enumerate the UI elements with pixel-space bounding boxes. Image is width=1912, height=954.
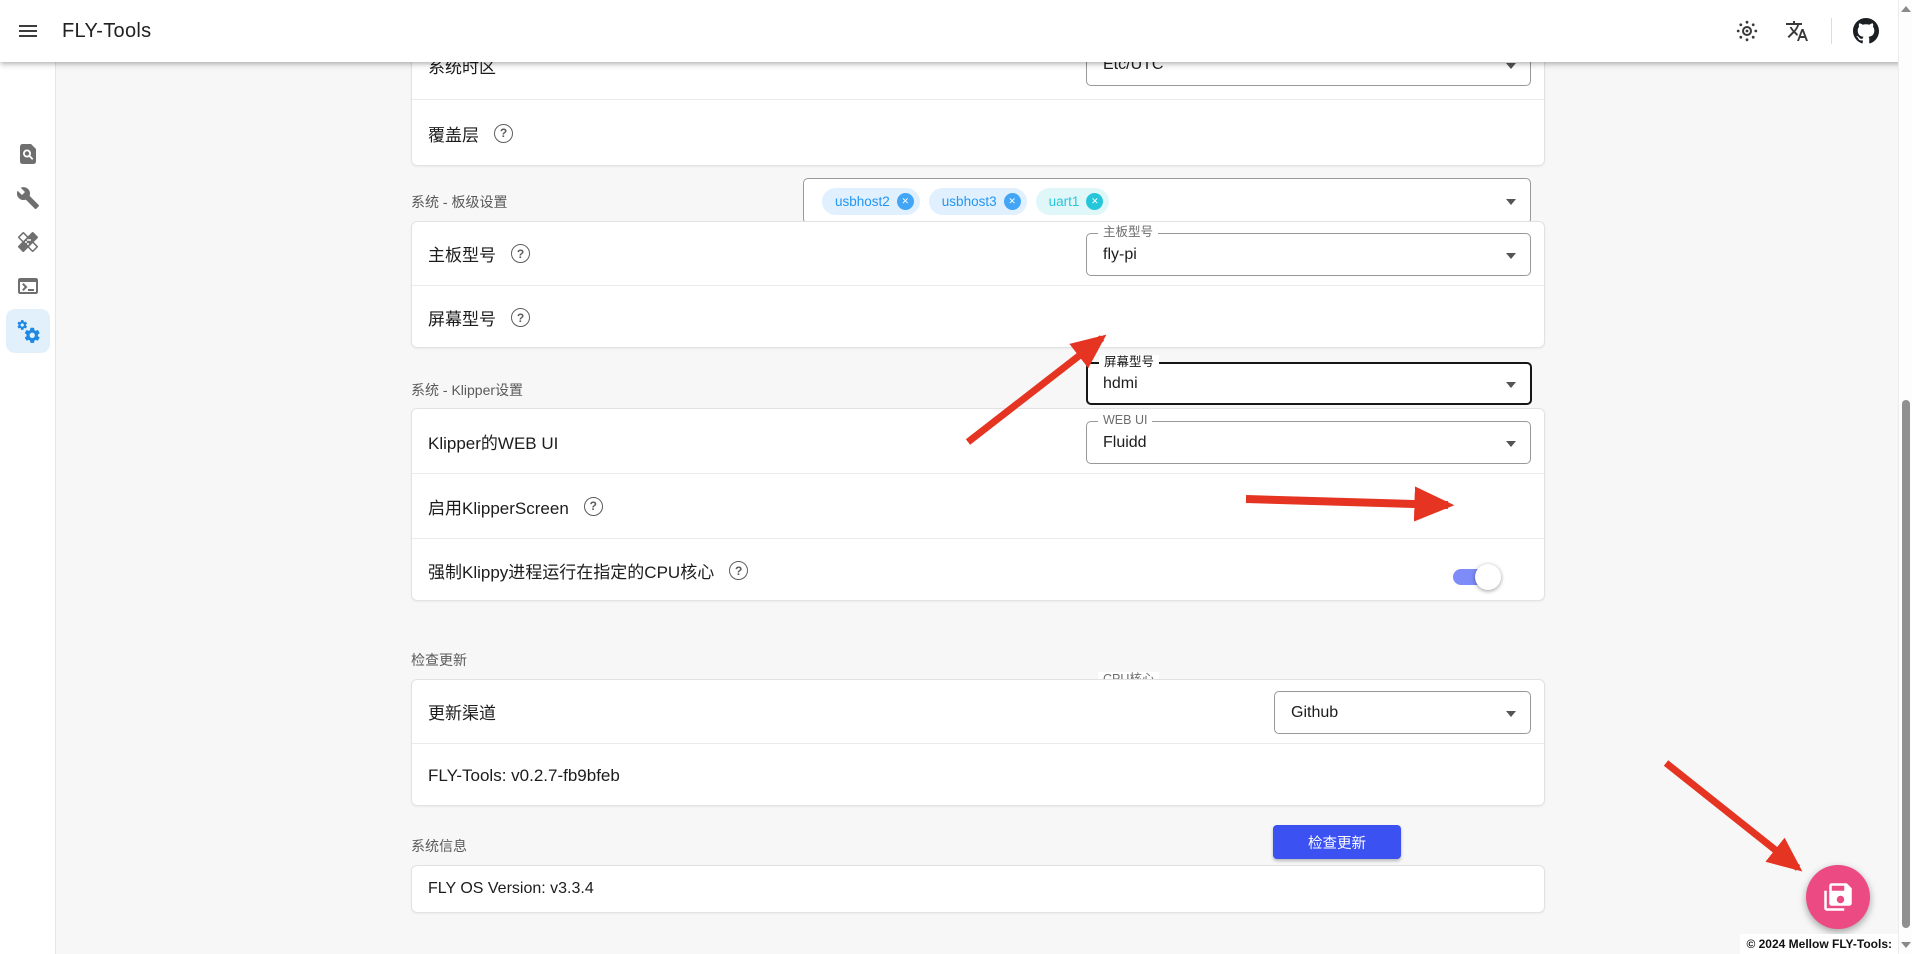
field-label: 屏幕型号 [1099, 355, 1159, 369]
divider [1831, 18, 1832, 44]
overlay-label: 覆盖层 [428, 121, 479, 146]
help-icon[interactable]: ? [511, 308, 530, 327]
screen-model-select[interactable]: 屏幕型号 hdmi [1086, 362, 1532, 405]
appbar: FLY-Tools [0, 0, 1912, 62]
overlay-chips: usbhost2 ✕ usbhost3 ✕ uart1 ✕ [820, 188, 1109, 215]
menu-button[interactable] [6, 9, 50, 53]
arrow-to-fab [1666, 763, 1798, 868]
sidebar-item-settings[interactable] [6, 309, 50, 353]
github-icon [1853, 18, 1879, 44]
webui-row: Klipper的WEB UI WEB UI Fluidd [412, 409, 1544, 473]
menu-icon [16, 19, 40, 43]
save-fab-button[interactable] [1806, 865, 1870, 929]
screen-model-value: hdmi [1103, 375, 1138, 393]
chevron-down-icon [1506, 63, 1516, 69]
scrollbar[interactable] [1898, 0, 1912, 954]
chip-label: usbhost2 [835, 194, 890, 209]
field-label: WEB UI [1098, 413, 1152, 427]
update-channel-select[interactable]: Github [1274, 691, 1531, 734]
screen-model-label: 屏幕型号 [428, 305, 496, 330]
klipperscreen-row: 启用KlipperScreen ? [412, 473, 1544, 538]
chip-usbhost3: usbhost3 ✕ [929, 188, 1027, 215]
chip-close-icon[interactable]: ✕ [1004, 193, 1021, 210]
chevron-down-icon [1506, 199, 1516, 205]
chip-close-icon[interactable]: ✕ [897, 193, 914, 210]
fly-tools-app: 系统时区 Etc/UTC 覆盖层 ? usbhost2 ✕ usbhost3 ✕ [0, 0, 1912, 954]
scroll-up-icon[interactable] [1901, 6, 1911, 12]
overlay-row: 覆盖层 ? usbhost2 ✕ usbhost3 ✕ uart1 ✕ [412, 99, 1544, 166]
board-settings-card: 主板型号 ? 主板型号 fly-pi 屏幕型号 ? 屏幕型号 hdmi [411, 221, 1545, 348]
cpu-core-row: 强制Klippy进程运行在指定的CPU核心 ? CPU核心 none [412, 538, 1544, 602]
update-channel-row: 更新渠道 Github [412, 680, 1544, 743]
cpu-core-label: 强制Klippy进程运行在指定的CPU核心 [428, 558, 714, 583]
brightness-button[interactable] [1727, 11, 1767, 51]
translate-icon [1785, 19, 1809, 43]
chip-label: uart1 [1049, 194, 1080, 209]
sysinfo-card: FLY OS Version: v3.3.4 [411, 865, 1545, 913]
brightness-icon [1735, 19, 1759, 43]
healing-icon [16, 230, 40, 254]
chip-usbhost2: usbhost2 ✕ [822, 188, 920, 215]
board-model-select[interactable]: 主板型号 fly-pi [1086, 233, 1531, 276]
update-card: 更新渠道 Github FLY-Tools: v0.2.7-fb9bfeb 检查… [411, 679, 1545, 806]
file-search-icon [16, 142, 40, 166]
os-version-value: FLY OS Version: v3.3.4 [428, 880, 594, 898]
chevron-down-icon [1506, 382, 1516, 388]
translate-button[interactable] [1777, 11, 1817, 51]
scroll-down-icon[interactable] [1901, 942, 1911, 948]
github-button[interactable] [1846, 11, 1886, 51]
wrench-icon [16, 186, 40, 210]
webui-value: Fluidd [1103, 434, 1147, 452]
board-model-label: 主板型号 [428, 241, 496, 266]
copyright-note: © 2024 Mellow FLY-Tools: [1740, 934, 1898, 954]
klipperscreen-label: 启用KlipperScreen [428, 494, 569, 519]
field-label: 主板型号 [1098, 225, 1158, 239]
terminal-icon [16, 274, 40, 298]
klipper-section-title: 系统 - Klipper设置 [411, 380, 523, 400]
help-icon[interactable]: ? [511, 244, 530, 263]
sidebar-item-healing[interactable] [6, 220, 50, 264]
chevron-down-icon [1506, 253, 1516, 259]
screen-model-row: 屏幕型号 ? 屏幕型号 hdmi [412, 285, 1544, 349]
chip-uart1: uart1 ✕ [1036, 188, 1110, 215]
sidebar-item-terminal[interactable] [6, 264, 50, 308]
board-section-title: 系统 - 板级设置 [411, 192, 507, 212]
webui-select[interactable]: WEB UI Fluidd [1086, 421, 1531, 464]
board-model-row: 主板型号 ? 主板型号 fly-pi [412, 222, 1544, 285]
overlay-select[interactable]: usbhost2 ✕ usbhost3 ✕ uart1 ✕ [803, 178, 1531, 224]
sidebar [0, 62, 56, 954]
help-icon[interactable]: ? [494, 124, 513, 143]
os-version-row: FLY OS Version: v3.3.4 [412, 866, 1544, 912]
help-icon[interactable]: ? [729, 561, 748, 580]
chip-label: usbhost3 [942, 194, 997, 209]
webui-label: Klipper的WEB UI [428, 429, 558, 454]
save-all-icon [1823, 882, 1853, 912]
version-label: FLY-Tools: v0.2.7-fb9bfeb [428, 766, 620, 786]
sysinfo-section-title: 系统信息 [411, 836, 467, 856]
board-model-value: fly-pi [1103, 246, 1137, 264]
update-channel-label: 更新渠道 [428, 699, 496, 724]
klipper-settings-card: Klipper的WEB UI WEB UI Fluidd 启用KlipperSc… [411, 408, 1545, 601]
chevron-down-icon [1506, 441, 1516, 447]
update-channel-value: Github [1291, 704, 1338, 722]
app-title: FLY-Tools [62, 20, 151, 43]
chevron-down-icon [1506, 711, 1516, 717]
check-update-button[interactable]: 检查更新 [1273, 825, 1401, 859]
scrollbar-thumb[interactable] [1902, 400, 1910, 928]
chip-close-icon[interactable]: ✕ [1086, 193, 1103, 210]
version-row: FLY-Tools: v0.2.7-fb9bfeb 检查更新 [412, 743, 1544, 807]
gears-icon [15, 318, 41, 344]
sidebar-item-inspect[interactable] [6, 132, 50, 176]
appbar-actions [1727, 0, 1886, 62]
help-icon[interactable]: ? [584, 497, 603, 516]
sidebar-item-tools[interactable] [6, 176, 50, 220]
update-section-title: 检查更新 [411, 650, 467, 670]
